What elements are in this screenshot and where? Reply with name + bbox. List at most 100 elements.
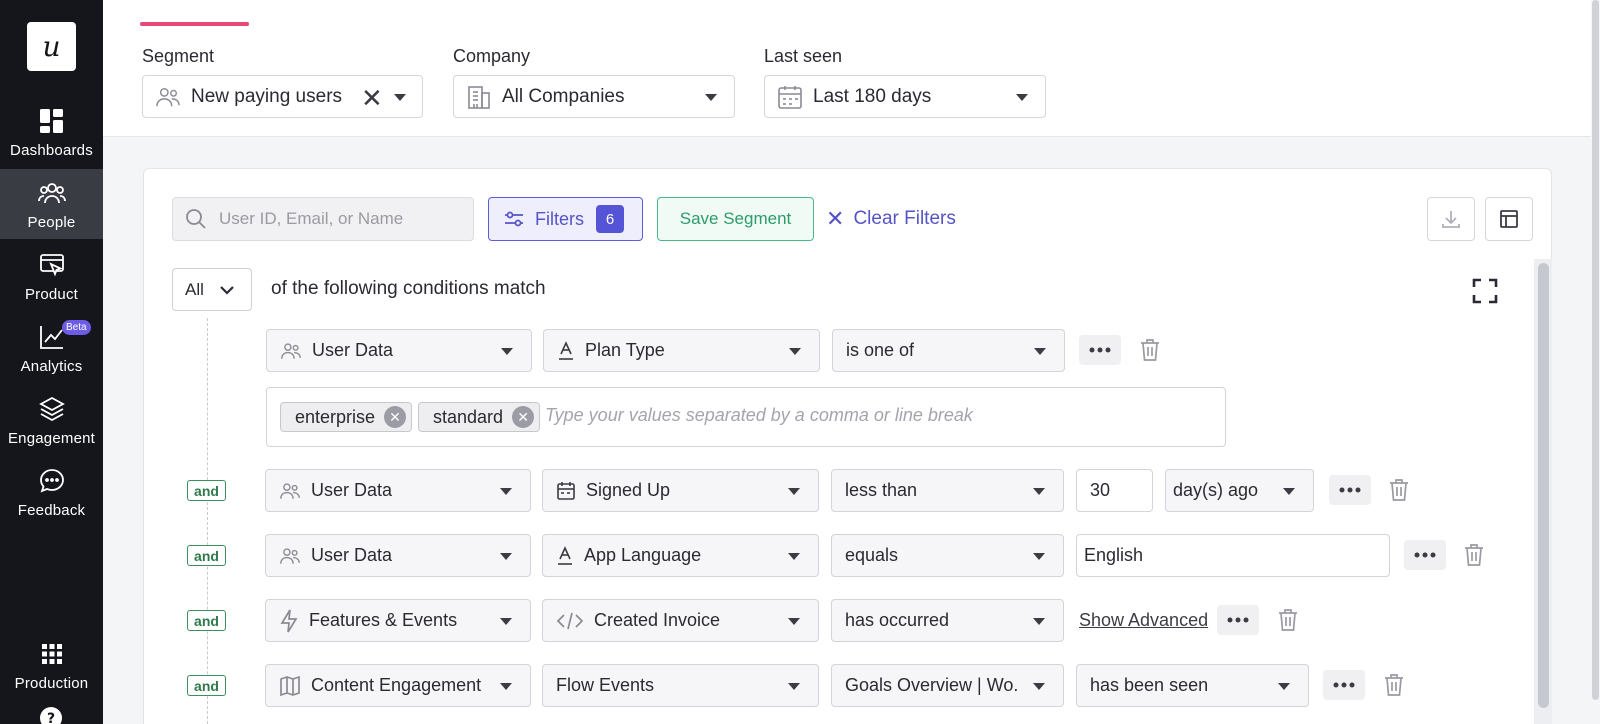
more-options-button[interactable]	[1329, 475, 1371, 505]
layers-icon	[38, 396, 65, 422]
more-options-button[interactable]	[1323, 670, 1365, 700]
value-chip-label: standard	[433, 406, 504, 427]
match-mode-value: All	[185, 279, 204, 299]
filters-button[interactable]: Filters 6	[488, 197, 643, 241]
columns-button[interactable]	[1485, 197, 1533, 241]
filters-label: Filters	[535, 208, 584, 229]
trash-icon[interactable]	[1277, 608, 1299, 632]
app-logo[interactable]: u	[27, 22, 76, 71]
people-icon	[156, 87, 180, 106]
condition-field-value: Flow Events	[556, 675, 655, 695]
conditions-scrollbar-thumb[interactable]	[1538, 263, 1549, 708]
calendar-icon	[557, 481, 575, 500]
page-scrollbar-thumb[interactable]	[1592, 0, 1599, 700]
condition-operator-select[interactable]: less than	[831, 469, 1064, 512]
search-input[interactable]: User ID, Email, or Name	[172, 197, 474, 241]
calendar-icon	[778, 85, 802, 109]
time-unit-select[interactable]: day(s) ago	[1165, 469, 1314, 512]
clear-filters-label: Clear Filters	[853, 208, 956, 229]
condition-source-select[interactable]: User Data	[265, 469, 531, 512]
condition-field-select[interactable]: Plan Type	[543, 329, 820, 372]
clear-segment-icon[interactable]: ✕	[361, 83, 383, 114]
condition-source-value: User Data	[312, 340, 394, 360]
conditions-connector-line	[207, 318, 208, 724]
and-connector[interactable]: and	[187, 480, 226, 501]
condition-field-select[interactable]: Signed Up	[542, 469, 819, 512]
value-chip-label: enterprise	[295, 406, 376, 427]
show-advanced-link[interactable]: Show Advanced	[1079, 610, 1208, 631]
amount-input[interactable]: 30	[1076, 469, 1153, 512]
remove-chip-icon[interactable]: ✕	[384, 406, 407, 428]
sliders-icon	[505, 211, 523, 227]
condition-source-select[interactable]: User Data	[265, 534, 531, 577]
chevron-down-icon[interactable]	[1016, 94, 1028, 101]
fullscreen-icon[interactable]	[1472, 278, 1498, 304]
sidebar-item-label: Product	[24, 286, 79, 303]
condition-field-value: Created Invoice	[594, 610, 721, 630]
condition-source-value: User Data	[311, 480, 393, 500]
condition-field-value: App Language	[584, 545, 702, 565]
and-connector[interactable]: and	[187, 545, 226, 566]
code-icon	[556, 612, 584, 629]
more-options-button[interactable]	[1404, 540, 1446, 570]
chevron-down-icon[interactable]	[705, 94, 717, 101]
match-mode-select[interactable]: All	[172, 268, 252, 311]
value-chip: enterprise ✕	[280, 402, 413, 432]
condition-value-select[interactable]: has been seen	[1076, 664, 1309, 707]
condition-operator-select[interactable]: is one of	[832, 329, 1065, 372]
sidebar-item-feedback[interactable]: Feedback	[0, 457, 103, 527]
download-button[interactable]	[1427, 197, 1475, 241]
trash-icon[interactable]	[1139, 338, 1161, 362]
people-icon	[280, 482, 300, 499]
chevron-down-icon	[500, 618, 512, 625]
condition-value-input[interactable]: English	[1076, 534, 1390, 577]
beta-badge: Beta	[62, 320, 91, 335]
chevron-down-icon	[788, 488, 800, 495]
chevron-down-icon	[1033, 618, 1045, 625]
trash-icon[interactable]	[1383, 673, 1405, 697]
chevron-down-icon	[500, 488, 512, 495]
sidebar-item-product[interactable]: Product	[0, 241, 103, 311]
sidebar-item-label: Analytics	[20, 358, 83, 375]
condition-operator-value: equals	[845, 545, 899, 565]
more-options-button[interactable]	[1079, 335, 1121, 365]
and-connector[interactable]: and	[187, 675, 226, 696]
help-icon[interactable]: ?	[39, 706, 63, 724]
chevron-down-icon	[788, 683, 800, 690]
chevron-down-icon[interactable]	[394, 94, 406, 101]
condition-source-select[interactable]: User Data	[266, 329, 532, 372]
sidebar-item-production[interactable]: Production	[0, 630, 103, 700]
sidebar-item-dashboards[interactable]: Dashboards	[0, 97, 103, 167]
condition-operator-select[interactable]: Goals Overview | Wo...	[831, 664, 1064, 707]
more-icon	[1089, 347, 1111, 353]
sidebar-item-engagement[interactable]: Engagement	[0, 385, 103, 455]
remove-chip-icon[interactable]: ✕	[512, 406, 535, 428]
save-segment-button[interactable]: Save Segment	[657, 197, 814, 241]
condition-operator-select[interactable]: has occurred	[831, 599, 1064, 642]
segment-select[interactable]: New paying users ✕	[142, 75, 423, 118]
and-connector[interactable]: and	[187, 610, 226, 631]
last-seen-select[interactable]: Last 180 days	[764, 75, 1046, 118]
sidebar-item-analytics[interactable]: Beta Analytics	[0, 313, 103, 383]
segment-label: Segment	[142, 46, 215, 66]
people-icon	[37, 183, 66, 204]
company-select[interactable]: All Companies	[453, 75, 735, 118]
trash-icon[interactable]	[1388, 478, 1410, 502]
sidebar-item-people[interactable]: People	[0, 169, 103, 239]
filters-count-badge: 6	[596, 205, 624, 233]
condition-field-select[interactable]: Flow Events	[542, 664, 819, 707]
segment-value: New paying users	[191, 85, 343, 107]
condition-source-select[interactable]: Features & Events	[265, 599, 531, 642]
condition-field-select[interactable]: App Language	[542, 534, 819, 577]
condition-source-select[interactable]: Content Engagement	[265, 664, 531, 707]
condition-operator-value: is one of	[846, 340, 915, 360]
condition-field-select[interactable]: Created Invoice	[542, 599, 819, 642]
trash-icon[interactable]	[1463, 543, 1485, 567]
table-icon	[1500, 210, 1518, 228]
clear-filters-button[interactable]: ✕ Clear Filters	[826, 197, 956, 241]
chevron-down-icon	[1283, 488, 1295, 495]
sidebar-item-label: People	[27, 214, 76, 231]
value-chip: standard ✕	[418, 402, 541, 432]
more-options-button[interactable]	[1217, 605, 1259, 635]
condition-operator-select[interactable]: equals	[831, 534, 1064, 577]
